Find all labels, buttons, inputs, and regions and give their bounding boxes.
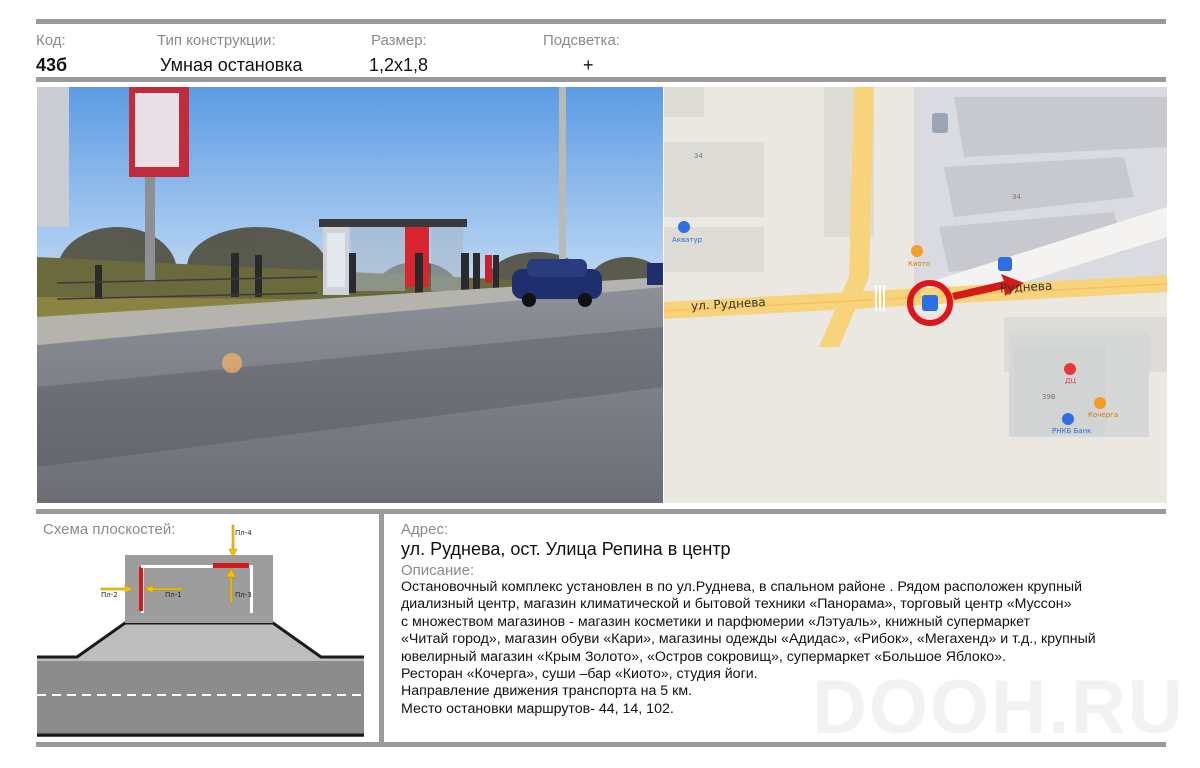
scheme-illustration <box>37 524 364 737</box>
map-poi-akvatur: Акватур <box>672 236 703 244</box>
description-text: Остановочный комплекс установлен в по ул… <box>401 579 1161 718</box>
top-rule <box>36 19 1166 24</box>
scheme-pl2: Пл-2 <box>101 591 118 599</box>
description-line: Ресторан «Кочерга», суши –бар «Киото», с… <box>401 666 758 683</box>
map-street-right: Руднева <box>999 278 1053 296</box>
description-line: ювелирный магазин «Крым Золото», «Остров… <box>401 648 1006 665</box>
map-poi-dc: ДЦ <box>1065 377 1076 385</box>
description-line: Направление движения транспорта на 5 км. <box>401 683 693 700</box>
section-rule <box>36 509 1166 514</box>
map-poi-kocherga: Кочерга <box>1088 411 1119 419</box>
location-map: ул. Руднева Руднева 34 34 39В Акватур Ки… <box>664 87 1167 503</box>
description-line: «Читай город», магазин обуви «Кари», маг… <box>401 631 1096 648</box>
map-illustration <box>664 87 1167 503</box>
column-divider <box>379 514 384 742</box>
code-value: 43б <box>36 55 68 75</box>
bus-stop-photo <box>37 87 663 503</box>
size-value: 1,2х1,8 <box>369 55 429 75</box>
map-bld-39v: 39В <box>1042 393 1056 401</box>
description-line: Остановочный комплекс установлен в по ул… <box>401 579 1083 595</box>
code-label: Код: <box>36 32 66 49</box>
scheme-pl3: Пл-3 <box>235 591 252 599</box>
address-label: Адрес: <box>401 521 449 538</box>
type-value: Умная остановка <box>160 55 303 75</box>
map-bld-34-b: 34 <box>1012 193 1021 201</box>
map-poi-rnkb: РНКБ Банк <box>1052 427 1092 435</box>
description-line: Место остановки маршрутов- 44, 14, 102. <box>401 700 674 717</box>
size-label: Размер: <box>371 32 427 49</box>
surface-scheme: Пл-4 Пл-2 Пл-1 Пл-3 <box>37 519 364 741</box>
type-label: Тип конструкции: <box>157 32 276 49</box>
scheme-pl4: Пл-4 <box>235 529 252 537</box>
scheme-pl1: Пл-1 <box>165 591 182 599</box>
description-line: с множеством магазинов - магазин космети… <box>401 613 1030 630</box>
address-value: ул. Руднева, ост. Улица Репина в центр <box>401 539 731 559</box>
photo-illustration <box>37 87 663 503</box>
map-poi-kioto: Киото <box>908 260 931 268</box>
description-line: диализный центр, магазин климатической и… <box>401 596 1072 613</box>
description-label: Описание: <box>401 562 475 579</box>
map-bld-34-a: 34 <box>694 152 703 160</box>
light-value: + <box>583 55 594 75</box>
header-rule <box>36 77 1166 82</box>
light-label: Подсветка: <box>543 32 620 49</box>
